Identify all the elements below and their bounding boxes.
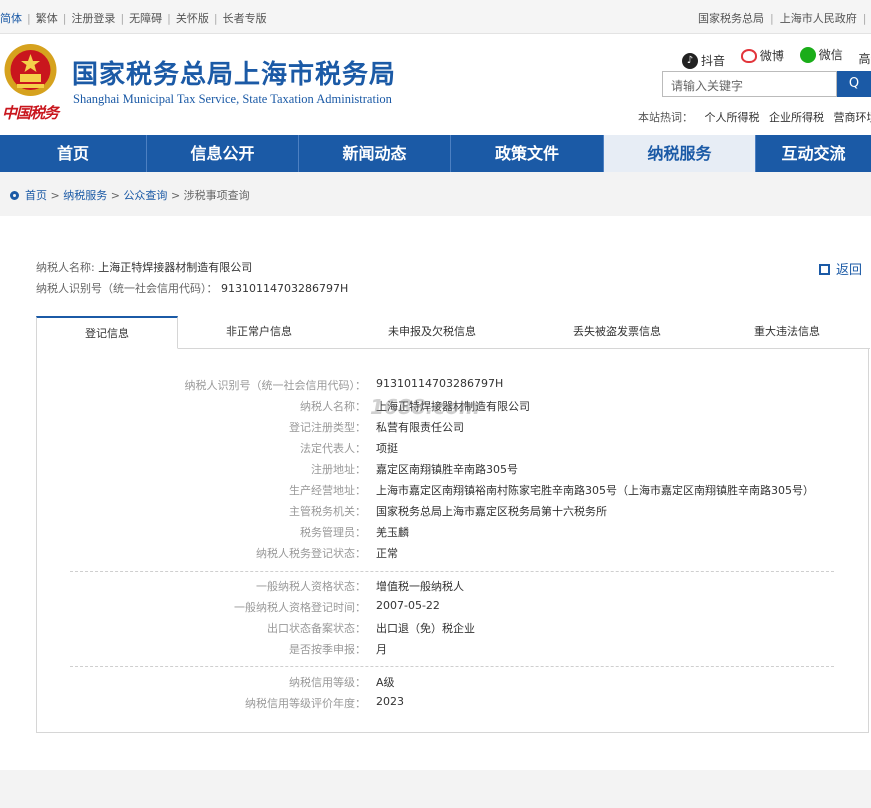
field-row: 一般纳税人资格登记时间： 2007-05-22 [234, 599, 440, 614]
link-sta[interactable]: 国家税务总局 [698, 12, 764, 25]
link-traditional[interactable]: 繁体 [36, 12, 58, 25]
site-title[interactable]: 国家税务总局上海市税务局 [72, 54, 396, 91]
page-footer [0, 770, 871, 808]
tab-registration[interactable]: 登记信息 [36, 316, 178, 349]
site-subtitle: Shanghai Municipal Tax Service, State Ta… [73, 92, 392, 106]
location-pin-icon [10, 191, 19, 200]
taxpayer-name: 纳税人名称: 上海正特焊接器材制造有限公司 [36, 261, 253, 274]
breadcrumb: 首页 > 纳税服务 > 公众查询 > 涉税事项查询 [10, 187, 250, 203]
main-nav: 首页 信息公开 新闻动态 政策文件 纳税服务 互动交流 [0, 135, 871, 172]
field-row: 注册地址： 嘉定区南翔镇胜辛南路305号 [311, 463, 518, 476]
douyin-icon: ♪ [682, 52, 698, 69]
social-links: ♪抖音 微博 微信 高级 [682, 46, 871, 69]
link-register-login[interactable]: 注册登录 [71, 12, 115, 25]
field-row: 主管税务机关： 国家税务总局上海市嘉定区税务局第十六税务所 [289, 505, 607, 518]
breadcrumb-public-query[interactable]: 公众查询 [123, 189, 167, 202]
social-douyin[interactable]: ♪ 抖音 [682, 52, 725, 69]
nav-home[interactable]: 首页 [0, 135, 147, 172]
back-icon [819, 264, 830, 275]
top-links: 简体 | 繁体 | 注册登录 | 无障碍 | 关怀版 | 长者专版 [0, 12, 267, 25]
tab-unfiled-arrears[interactable]: 未申报及欠税信息 [361, 316, 503, 348]
tab-violations[interactable]: 重大违法信息 [716, 316, 858, 348]
top-bar: 简体|繁体|注册登录|无障碍|关怀版|长者专版 国家税务总局|上海市人民政府|一 [0, 0, 871, 34]
link-care-version[interactable]: 关怀版 [176, 12, 209, 25]
link-elderly-version[interactable]: 长者专版 [223, 12, 267, 25]
field-row: 一般纳税人资格状态： 增值税一般纳税人 [256, 580, 464, 593]
emblem-signature: 中国税务 [2, 104, 59, 122]
breadcrumb-tax-service[interactable]: 纳税服务 [63, 189, 107, 202]
top-right-links: 国家税务总局|上海市人民政府|一 [698, 12, 867, 25]
tab-abnormal[interactable]: 非正常户信息 [188, 316, 330, 348]
watermark: 1688.com [370, 395, 480, 419]
hotword-item[interactable]: 企业所得税 [769, 111, 824, 124]
link-accessibility[interactable]: 无障碍 [129, 12, 162, 25]
hotword-item[interactable]: 营商环境 [834, 111, 871, 124]
nav-policy[interactable]: 政策文件 [451, 135, 604, 172]
social-weibo[interactable]: 微博 [740, 47, 784, 64]
search-button[interactable]: Q [837, 71, 871, 97]
link-shanghai-gov[interactable]: 上海市人民政府 [780, 12, 857, 25]
hotword-item[interactable]: 个人所得税 [705, 111, 760, 124]
hotwords-label: 本站热词： [638, 111, 693, 124]
nav-info-disclosure[interactable]: 信息公开 [147, 135, 299, 172]
nav-news[interactable]: 新闻动态 [299, 135, 451, 172]
field-row: 登记注册类型： 私营有限责任公司 [289, 421, 464, 434]
field-row: 纳税信用等级： A级 [289, 676, 395, 689]
advanced-search-link[interactable]: 高级 [859, 50, 871, 67]
wechat-icon [799, 46, 816, 63]
social-wechat[interactable]: 微信 [799, 46, 843, 63]
section-divider [70, 666, 834, 667]
search-icon: Q [848, 76, 860, 91]
field-row: 纳税信用等级评价年度： 2023 [245, 695, 404, 710]
field-row: 税务管理员： 羌玉麟 [300, 526, 409, 539]
info-tabs: 登记信息 非正常户信息 未申报及欠税信息 丢失被盗发票信息 重大违法信息 [36, 316, 870, 349]
field-row: 是否按季申报：月 [289, 643, 387, 656]
field-row: 纳税人税务登记状态： 正常 [256, 547, 398, 560]
nav-interaction[interactable]: 互动交流 [756, 135, 871, 172]
site-header: 中国税务 国家税务总局上海市税务局 Shanghai Municipal Tax… [0, 34, 871, 135]
tab-lost-invoices[interactable]: 丢失被盗发票信息 [546, 316, 688, 348]
field-row: 纳税人识别号（统一社会信用代码）： 91310114703286797H [184, 377, 504, 392]
breadcrumb-current: 涉税事项查询 [183, 189, 250, 202]
link-simplified[interactable]: 简体 [0, 12, 22, 25]
nav-tax-service[interactable]: 纳税服务 [604, 135, 756, 172]
field-row: 出口状态备案状态： 出口退（免）税企业 [267, 622, 475, 635]
tax-emblem-icon [4, 44, 57, 96]
field-row: 法定代表人： 项挺 [300, 442, 398, 455]
field-row: 生产经营地址： 上海市嘉定区南翔镇裕南村陈家宅胜辛南路305号（上海市嘉定区南翔镇… [289, 484, 814, 497]
taxpayer-id: 纳税人识别号（统一社会信用代码）： 91310114703286797H [36, 282, 349, 295]
weibo-icon [740, 48, 757, 63]
search-input[interactable]: 请输入关键字 [662, 71, 837, 97]
hot-words: 本站热词： 个人所得税 企业所得税 营商环境 增 [638, 109, 871, 125]
breadcrumb-home[interactable]: 首页 [25, 189, 47, 202]
back-button[interactable]: 返回 [819, 259, 862, 278]
section-divider [70, 571, 834, 572]
